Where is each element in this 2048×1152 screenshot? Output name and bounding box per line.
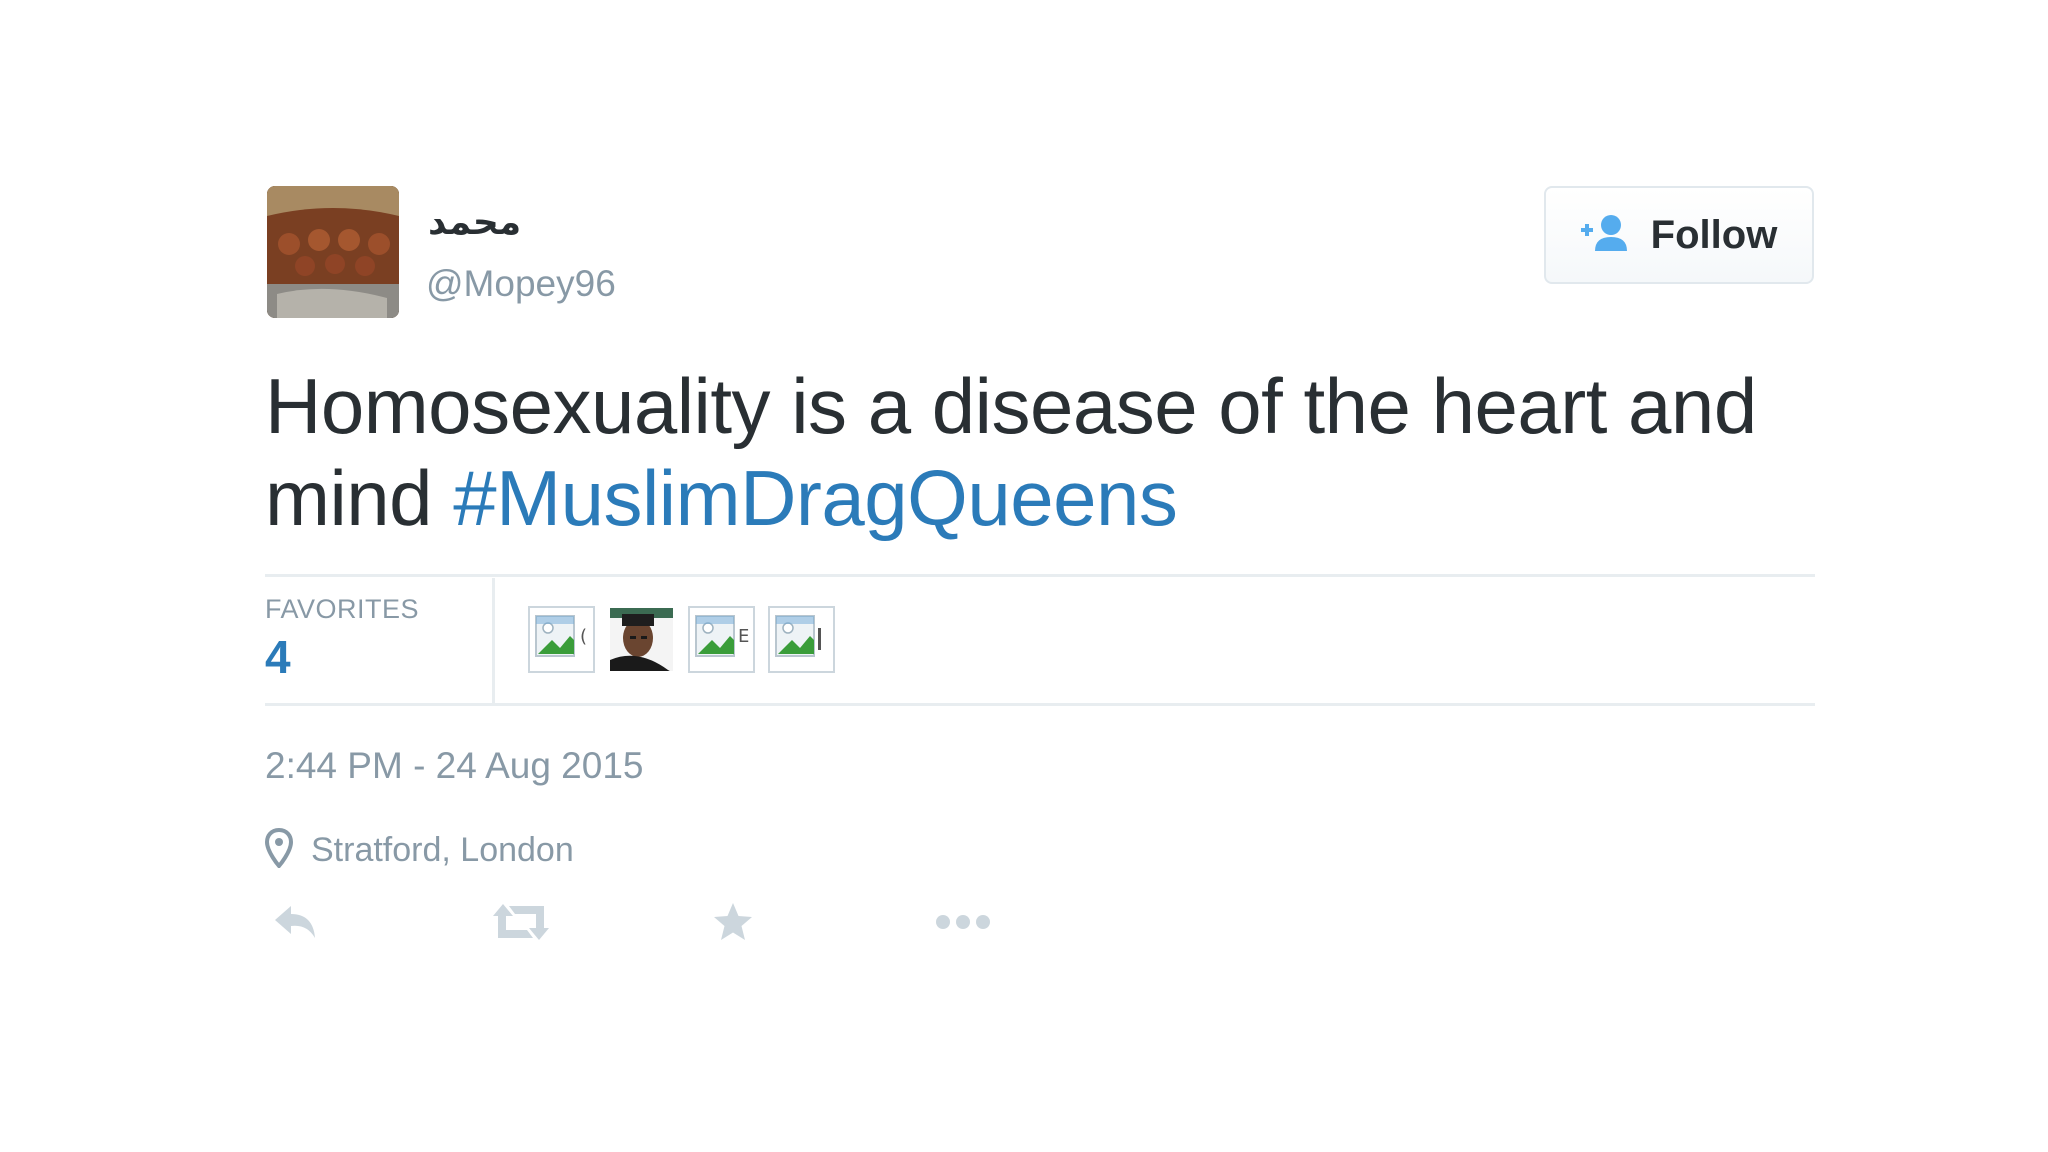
broken-image-icon [775,615,821,657]
user-display-name[interactable]: محمد [428,202,521,243]
stats-separator [492,578,495,704]
location-pin-icon [264,827,294,873]
tweet-timestamp[interactable]: 2:44 PM - 24 Aug 2015 [265,745,644,787]
follow-button[interactable]: Follow [1544,186,1814,284]
user-handle[interactable]: @Mopey96 [426,263,616,305]
svg-text:(: ( [580,626,587,647]
tweet-location[interactable]: Stratford, London [264,827,574,873]
tweet-card: محمد @Mopey96 Follow Homosexuality is a … [0,0,2048,1152]
reply-icon [271,906,319,948]
tweet-actions [265,900,1025,956]
favorites-label: FAVORITES [265,594,420,624]
favoriters-list: ( E [528,606,835,673]
reply-button[interactable] [271,900,319,949]
broken-image-icon: ( [535,615,587,657]
follow-label: Follow [1650,212,1778,257]
favorites-count[interactable]: 4 [265,630,291,684]
favoriter-photo [610,608,673,671]
more-options-icon [933,915,993,948]
tweet-text: Homosexuality is a disease of the heart … [265,360,1825,544]
more-options-button[interactable] [933,900,993,949]
hashtag-link[interactable]: #MuslimDragQueens [453,454,1178,542]
favoriter-avatar[interactable] [608,606,675,673]
favorite-button[interactable] [711,900,755,949]
location-text: Stratford, London [311,831,574,869]
divider-top [265,574,1815,577]
user-avatar[interactable] [267,186,399,318]
broken-image-icon: E [695,615,749,657]
divider-bottom [265,703,1815,706]
retweet-button[interactable] [491,900,551,949]
favoriter-avatar[interactable]: E [688,606,755,673]
retweet-icon [491,904,551,948]
favorite-star-icon [711,903,755,948]
svg-text:E: E [738,626,749,647]
add-user-icon [1580,213,1633,258]
favoriter-avatar[interactable]: ( [528,606,595,673]
favoriter-avatar[interactable] [768,606,835,673]
avatar-image [267,186,399,318]
